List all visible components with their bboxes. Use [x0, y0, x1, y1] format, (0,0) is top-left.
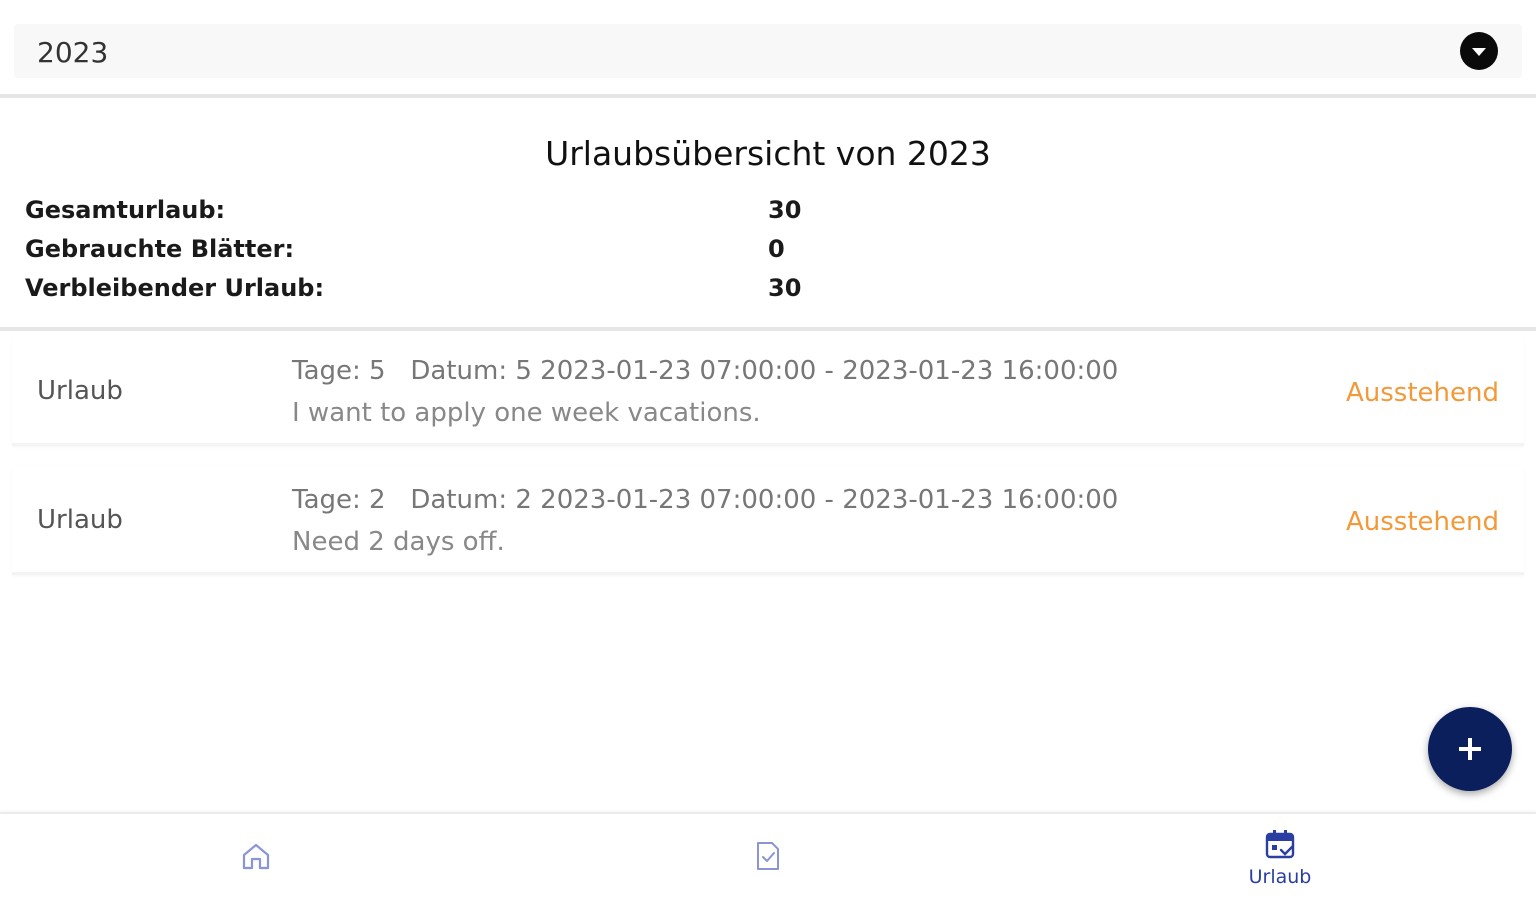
summary-value: 30 [768, 274, 802, 302]
year-value: 2023 [37, 36, 109, 69]
nav-item-documents[interactable] [512, 814, 1024, 900]
leave-details: Tage: 2 Datum: 2 2023-01-23 07:00:00 - 2… [292, 485, 1119, 515]
list-item[interactable]: Urlaub Tage: 2 Datum: 2 2023-01-23 07:00… [12, 465, 1524, 575]
divider [0, 94, 1536, 98]
summary-label: Verbleibender Urlaub: [25, 274, 325, 302]
document-check-icon [757, 842, 779, 870]
divider [0, 327, 1536, 331]
chevron-down-circle-icon[interactable] [1460, 32, 1498, 70]
add-leave-button[interactable] [1428, 707, 1512, 791]
leave-note: I want to apply one week vacations. [292, 398, 761, 428]
summary-value: 30 [768, 196, 802, 224]
leave-type: Urlaub [37, 376, 123, 406]
bottom-nav: Urlaub [0, 812, 1536, 900]
list-item[interactable]: Urlaub Tage: 5 Datum: 5 2023-01-23 07:00… [12, 336, 1524, 446]
leave-details: Tage: 5 Datum: 5 2023-01-23 07:00:00 - 2… [292, 356, 1119, 386]
summary-label: Gesamturlaub: [25, 196, 226, 224]
year-select[interactable]: 2023 [14, 24, 1522, 78]
home-icon [242, 843, 270, 870]
summary-value: 0 [768, 235, 785, 263]
page-title: Urlaubsübersicht von 2023 [545, 134, 991, 173]
nav-item-home[interactable] [0, 814, 512, 900]
status-badge: Ausstehend [1345, 507, 1499, 537]
summary-row-remaining: Verbleibender Urlaub: 30 [25, 274, 925, 310]
nav-label: Urlaub [1248, 866, 1312, 888]
leave-type: Urlaub [37, 505, 123, 535]
summary-row-total: Gesamturlaub: 30 [25, 196, 925, 232]
nav-item-urlaub[interactable]: Urlaub [1024, 814, 1536, 900]
plus-icon [1459, 738, 1481, 760]
status-badge: Ausstehend [1345, 378, 1499, 408]
leave-note: Need 2 days off. [292, 527, 505, 557]
summary-row-used: Gebrauchte Blätter: 0 [25, 235, 925, 271]
calendar-icon [1265, 830, 1295, 859]
summary-label: Gebrauchte Blätter: [25, 235, 295, 263]
